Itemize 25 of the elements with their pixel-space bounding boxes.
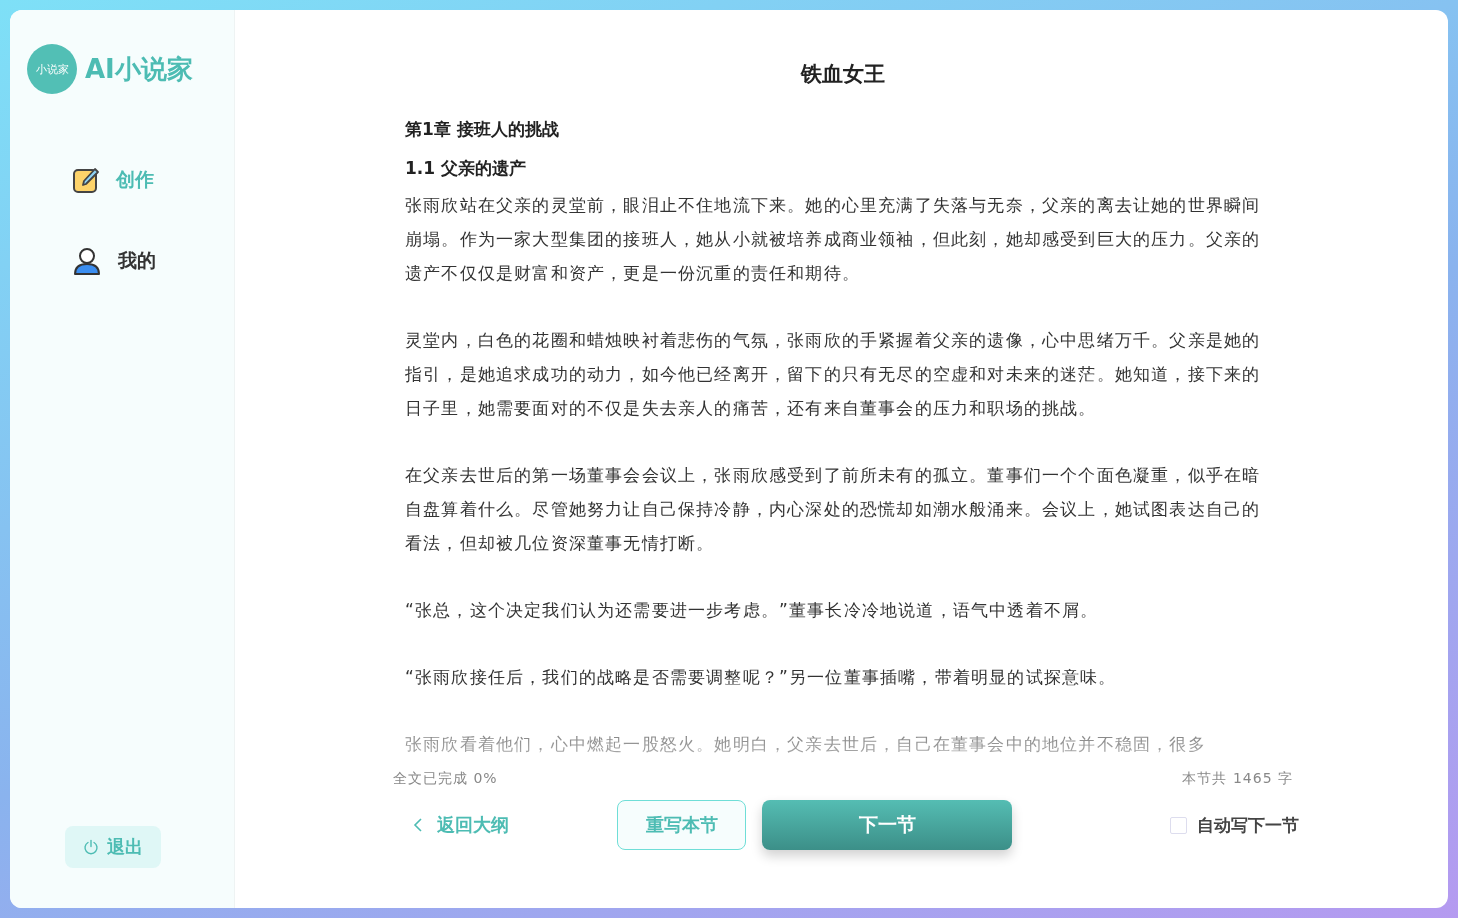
document-title: 铁血女王	[799, 61, 886, 88]
nav-item[interactable]: 我的	[72, 246, 156, 276]
checkbox[interactable]	[1170, 816, 1187, 834]
story-paragraph: “张雨欣接任后，我们的战略是否需要调整呢？”另一位董事插嘴，带着明显的试探意味。	[405, 666, 1118, 689]
power-icon	[83, 839, 99, 855]
chevron-left-icon	[413, 817, 423, 833]
next-button[interactable]: 下一节	[762, 800, 1012, 850]
logo-text: AI小说家	[85, 52, 193, 86]
logo-badge: 小说家	[27, 44, 77, 94]
story-paragraph: 张雨欣看着他们，心中燃起一股怒火。她明白，父亲去世后，自己在董事会中的地位并不稳固，很多	[405, 733, 1207, 756]
back-link[interactable]: 返回大纲	[413, 813, 509, 837]
progress-text: 全文已完成 0%	[393, 770, 498, 788]
story-paragraph: 灵堂内，白色的花圈和蜡烛映衬着悲伤的气氛，张雨欣的手紧握着父亲的遗像，心中思绪万千。父亲是她的指引，是她追求成功的动力，如今他已经离开，留下的只有无尽的空虚和对未来的迷茫。她知道，接下来的日子里，她需要面对的不仅是失去亲人的痛苦，还有来自董事会的压力和职场的挑战。	[405, 329, 1262, 420]
story-paragraph: “张总，这个决定我们认为还需要进一步考虑。”董事长冷冷地说道，语气中透着不屑。	[405, 599, 1100, 622]
chapter-heading: 第1章 接班人的挑战	[405, 118, 560, 141]
section-heading: 1.1 父亲的遗产	[405, 157, 528, 180]
checkbox-label: 自动写下一节	[1197, 813, 1299, 837]
nav-item[interactable]: 创作	[72, 166, 156, 194]
rewrite-button[interactable]: 重写本节	[617, 800, 746, 850]
logout-button[interactable]: 退出	[65, 826, 161, 868]
edit-note-icon	[72, 166, 100, 194]
user-icon	[72, 246, 102, 276]
story-paragraph: 张雨欣站在父亲的灵堂前，眼泪止不住地流下来。她的心里充满了失落与无奈，父亲的离去让她的世界瞬间崩塌。作为一家大型集团的接班人，她从小就被培养成商业领袖，但此刻，她却感受到巨大的压力。父亲的遗产不仅仅是财富和资产，更是一份沉重的责任和期待。	[405, 194, 1262, 285]
word-count: 本节共 1465 字	[1182, 770, 1293, 788]
story-paragraph: 在父亲去世后的第一场董事会会议上，张雨欣感受到了前所未有的孤立。董事们一个个面色凝重，似乎在暗自盘算着什么。尽管她努力让自己保持冷静，内心深处的恐慌却如潮水般涌来。会议上，她试图表达自己的看法，但却被几位资深董事无情打断。	[405, 464, 1262, 555]
